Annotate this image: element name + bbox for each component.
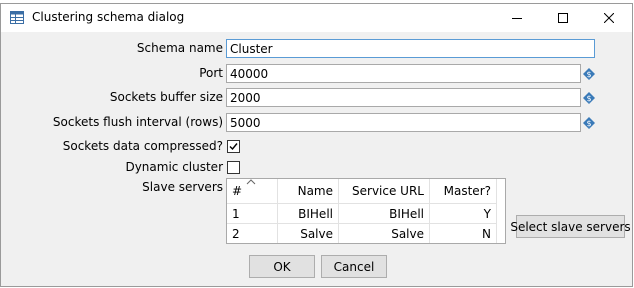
column-header-master[interactable]: Master? [429,179,497,204]
column-header-name[interactable]: Name [277,179,339,204]
table-cell: 1 [227,203,278,224]
minimize-icon [512,18,522,19]
port-input[interactable]: 40000 [226,64,581,83]
schema-name-input[interactable]: Cluster [226,39,595,58]
table-cell[interactable]: BIHell [277,203,339,224]
svg-text:$: $ [586,70,591,79]
flush-interval-label: Sockets flush interval (rows) [52,115,223,129]
buffer-size-label: Sockets buffer size [109,90,223,104]
table-row[interactable]: 1 BIHell BIHell Y [227,203,497,224]
svg-text:$: $ [586,119,591,128]
slave-servers-label: Slave servers [142,180,223,194]
checkmark-icon [229,143,238,151]
window-title: Clustering schema dialog [32,10,185,24]
close-button[interactable] [586,4,632,32]
table-cell[interactable]: N [429,223,497,243]
variable-icon[interactable]: $ [583,68,595,80]
select-slave-servers-button[interactable]: Select slave servers [510,215,631,238]
cancel-button[interactable]: Cancel [321,255,387,278]
dialog-body: Schema name Cluster Port 40000 $ Sockets… [1,32,632,286]
table-cell[interactable]: Salve [277,223,339,243]
table-cell[interactable]: Salve [338,223,430,243]
table-cell[interactable]: Y [429,203,497,224]
compressed-checkbox[interactable] [227,140,240,153]
sort-arrow-icon [246,179,256,185]
column-header-label: # [232,184,243,198]
compressed-label: Sockets data compressed? [62,139,223,153]
table-icon [10,11,24,24]
column-header-index[interactable]: # [227,179,278,204]
dynamic-cluster-label: Dynamic cluster [125,160,223,174]
table-row[interactable]: 2 Salve Salve N [227,223,497,243]
table-cell: 2 [227,223,278,243]
dynamic-cluster-checkbox[interactable] [227,161,240,174]
schema-name-label: Schema name [136,41,223,55]
title-bar[interactable]: Clustering schema dialog [1,4,632,32]
variable-icon[interactable]: $ [583,117,595,129]
svg-text:$: $ [586,94,591,103]
variable-icon[interactable]: $ [583,92,595,104]
table-header-row: # Name Service URL Master? [227,179,497,204]
close-icon [604,13,614,23]
port-label: Port [199,66,223,80]
column-header-service-url[interactable]: Service URL [338,179,430,204]
ok-button[interactable]: OK [249,255,315,278]
maximize-button[interactable] [540,4,586,32]
table-cell[interactable]: BIHell [338,203,430,224]
slave-servers-table[interactable]: # Name Service URL Master? 1 BIHell BIHe… [226,178,506,244]
minimize-button[interactable] [494,4,540,32]
clustering-schema-dialog: Clustering schema dialog Schema name Clu… [0,3,633,287]
maximize-icon [558,13,568,23]
flush-interval-input[interactable]: 5000 [226,113,581,132]
buffer-size-input[interactable]: 2000 [226,88,581,107]
